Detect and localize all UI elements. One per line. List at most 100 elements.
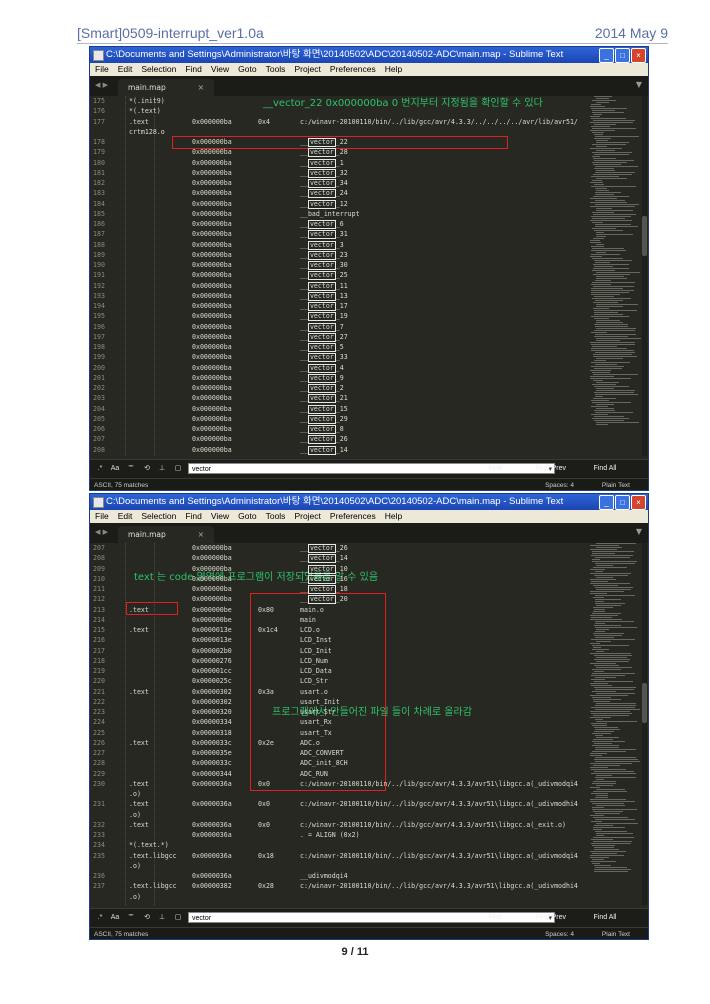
regex-toggle[interactable]: .* [94, 464, 106, 474]
address: 0x000000ba [192, 435, 232, 444]
menu-preferences[interactable]: Preferences [330, 510, 376, 523]
minimap[interactable] [590, 543, 640, 905]
section-name: *(.text) [129, 107, 161, 116]
minimap-line [593, 817, 628, 818]
minimize-button[interactable]: _ [599, 48, 614, 63]
menu-tools[interactable]: Tools [266, 63, 286, 76]
size: 0x0 [258, 779, 270, 788]
whole-word-toggle[interactable]: "" [124, 913, 138, 923]
status-spaces[interactable]: Spaces: 4 [545, 479, 574, 490]
whole-word-toggle[interactable]: "" [124, 464, 138, 474]
size: 0x80 [258, 605, 274, 614]
menu-file[interactable]: File [95, 510, 109, 523]
menu-view[interactable]: View [211, 510, 229, 523]
scrollbar-thumb[interactable] [642, 216, 647, 256]
case-sensitive-toggle[interactable]: Aa [108, 464, 122, 474]
menu-goto[interactable]: Goto [238, 63, 256, 76]
menu-preferences[interactable]: Preferences [330, 63, 376, 76]
minimize-button[interactable]: _ [599, 495, 614, 510]
minimap-line [590, 857, 609, 858]
address: 0x000000ba [192, 148, 232, 157]
find-all-button[interactable]: Find All [580, 912, 630, 924]
close-button[interactable]: × [631, 48, 646, 63]
highlight-matches-toggle-icon[interactable]: ▢ [172, 913, 184, 923]
minimap-line [595, 757, 636, 758]
address: 0x000000ba [192, 261, 232, 269]
find-button[interactable]: Find [470, 912, 520, 924]
minimap-line [592, 745, 619, 746]
menu-tools[interactable]: Tools [266, 510, 286, 523]
in-selection-toggle-icon[interactable]: ⊥ [156, 913, 168, 923]
minimap-line [595, 623, 605, 624]
find-prev-button[interactable]: Find Prev [526, 912, 576, 924]
scrollbar-thumb[interactable] [642, 683, 647, 723]
tab-close-icon[interactable]: × [198, 79, 204, 96]
minimap-line [595, 819, 635, 820]
line-number: 219 [93, 667, 105, 675]
menu-view[interactable]: View [211, 63, 229, 76]
regex-toggle[interactable]: .* [94, 913, 106, 923]
tab-scroll-arrows-icon[interactable]: ◀ ▶ [95, 81, 108, 89]
wrap-toggle-icon[interactable]: ⟲ [141, 913, 153, 923]
tab-dropdown-icon[interactable]: ▼ [636, 80, 642, 89]
menu-selection[interactable]: Selection [141, 510, 176, 523]
menu-find[interactable]: Find [185, 63, 202, 76]
maximize-button[interactable]: □ [615, 48, 630, 63]
minimap-line [592, 110, 615, 111]
maximize-button[interactable]: □ [615, 495, 630, 510]
tab-main-map[interactable]: main.map × [118, 526, 214, 543]
minimap-line [595, 194, 614, 195]
vertical-scrollbar[interactable] [642, 543, 647, 905]
minimap-line [594, 825, 613, 826]
tab-main-map[interactable]: main.map × [118, 79, 214, 96]
status-spaces[interactable]: Spaces: 4 [545, 928, 574, 939]
menu-project[interactable]: Project [294, 63, 320, 76]
menu-help[interactable]: Help [385, 510, 402, 523]
menu-find[interactable]: Find [185, 510, 202, 523]
close-button[interactable]: × [631, 495, 646, 510]
minimap-line [593, 829, 602, 830]
symbol: __ vector _14 [300, 445, 348, 455]
tab-scroll-arrows-icon[interactable]: ◀ ▶ [95, 528, 108, 536]
minimap-line [596, 340, 620, 341]
size: 0x28 [258, 882, 274, 891]
match-highlight: vector [307, 353, 336, 363]
in-selection-toggle-icon[interactable]: ⊥ [156, 464, 168, 474]
find-all-button[interactable]: Find All [580, 463, 630, 475]
case-sensitive-toggle[interactable]: Aa [108, 913, 122, 923]
find-button[interactable]: Find [470, 463, 520, 475]
editor-area[interactable]: text 는 code 영역에 프로그램이 저장되었음을 알 수 있음 프로그램… [90, 543, 648, 905]
minimap-line [592, 258, 623, 259]
vertical-scrollbar[interactable] [642, 96, 647, 456]
find-prev-button[interactable]: Find Prev [526, 463, 576, 475]
line-number: 233 [93, 831, 105, 839]
minimap-line [591, 769, 626, 770]
minimap[interactable] [590, 96, 641, 456]
tab-close-icon[interactable]: × [198, 526, 204, 543]
minimap-line [591, 773, 636, 774]
menu-edit[interactable]: Edit [118, 510, 133, 523]
minimap-line [594, 869, 631, 870]
highlight-matches-toggle-icon[interactable]: ▢ [172, 464, 184, 474]
menu-selection[interactable]: Selection [141, 63, 176, 76]
menu-file[interactable]: File [95, 63, 109, 76]
status-syntax[interactable]: Plain Text [602, 479, 630, 490]
minimap-line [592, 156, 600, 157]
minimap-line [590, 202, 627, 203]
minimap-line [591, 723, 607, 724]
editor-area[interactable]: __vector_22 0x000000ba 0 번지부터 지정됨을 확인할 수… [90, 96, 648, 456]
address: 0x000000ba [192, 199, 232, 208]
minimap-line [596, 358, 623, 359]
minimap-line [593, 264, 629, 265]
wrap-toggle-icon[interactable]: ⟲ [141, 464, 153, 474]
window-title: C:\Documents and Settings\Administrator\… [106, 496, 564, 507]
menu-goto[interactable]: Goto [238, 510, 256, 523]
status-syntax[interactable]: Plain Text [602, 928, 630, 939]
menu-help[interactable]: Help [385, 63, 402, 76]
minimap-line [591, 284, 611, 285]
tab-dropdown-icon[interactable]: ▼ [636, 527, 642, 536]
symbol: LCD_Inst [300, 636, 332, 645]
menu-project[interactable]: Project [294, 510, 320, 523]
symbol: __ vector _5 [300, 343, 344, 352]
menu-edit[interactable]: Edit [118, 63, 133, 76]
